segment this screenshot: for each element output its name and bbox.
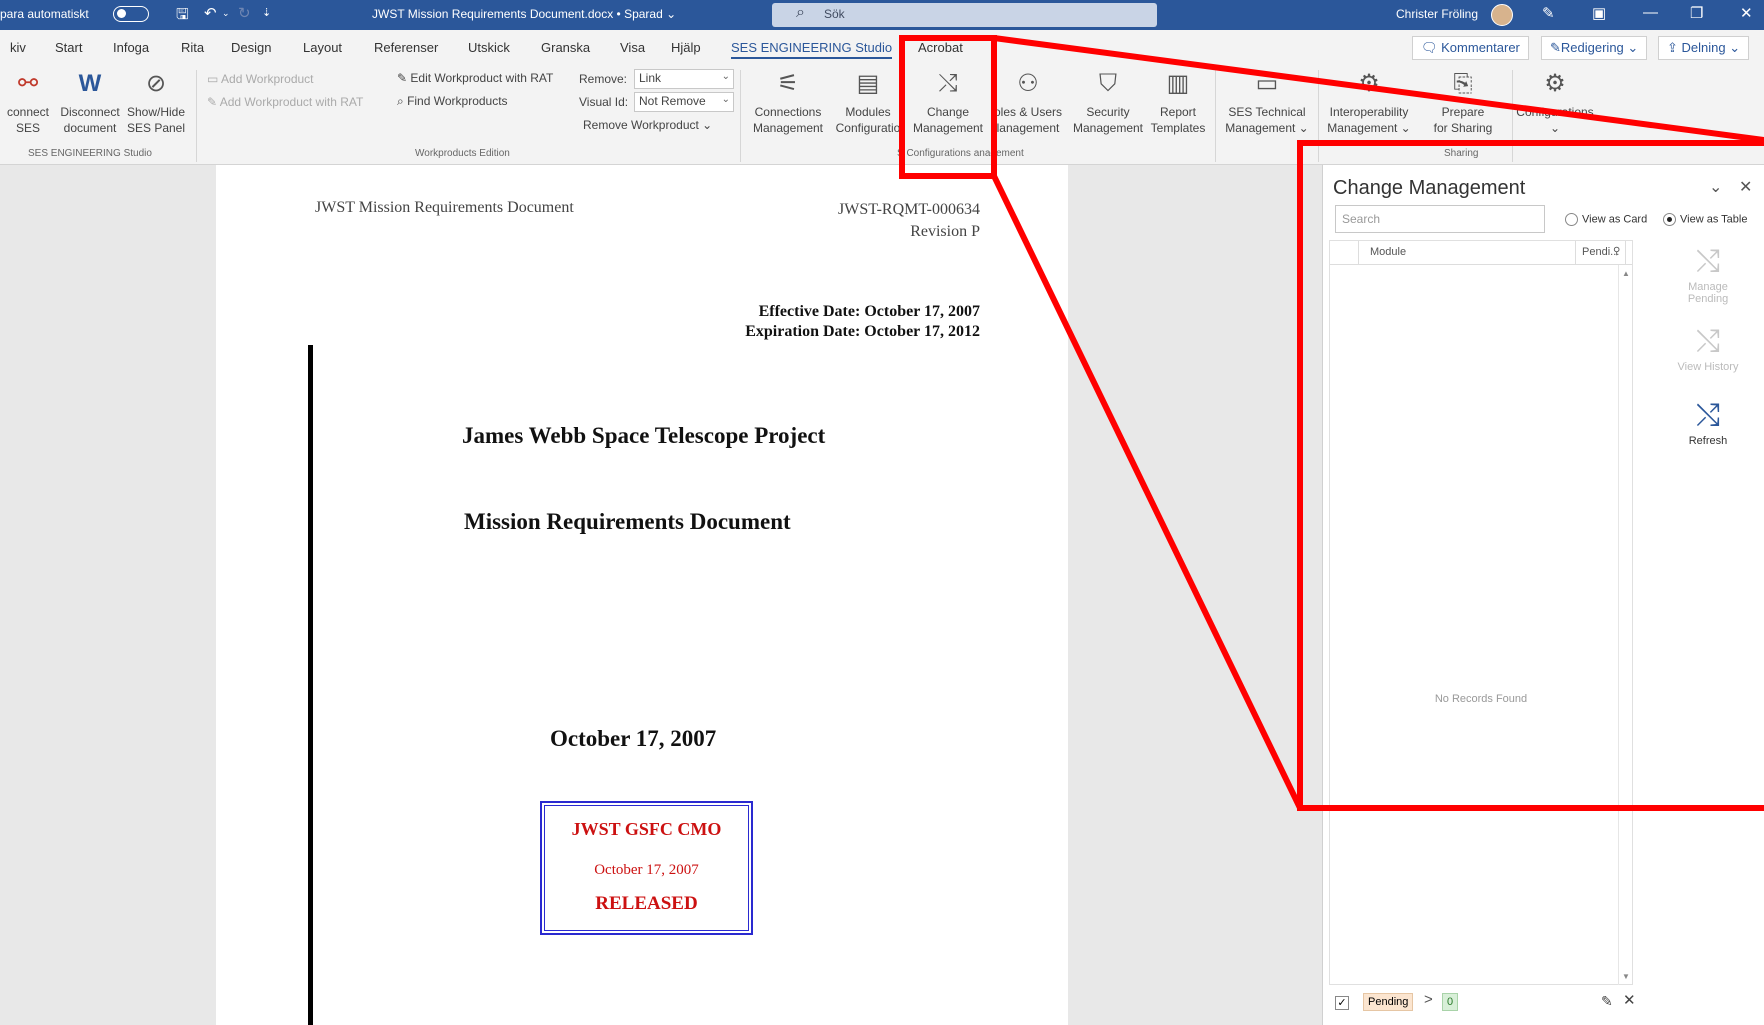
highlight-box-ribbon <box>899 35 997 179</box>
annotation-overlay <box>899 35 1764 811</box>
highlight-box-panel <box>1297 140 1764 811</box>
connector-line-top <box>993 35 1764 143</box>
connector-line-bottom <box>991 174 1303 810</box>
